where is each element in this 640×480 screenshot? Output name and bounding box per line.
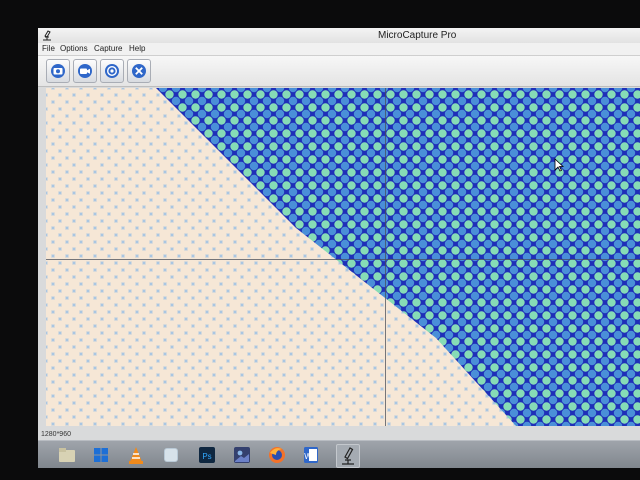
crosshair-horizontal	[46, 259, 640, 260]
snapshot-icon	[51, 64, 65, 78]
status-bar: 1280*960	[38, 430, 640, 440]
preview-button[interactable]	[100, 59, 124, 83]
menu-file[interactable]: File	[42, 44, 55, 53]
finder-icon[interactable]	[160, 444, 182, 466]
word-icon[interactable]: W	[300, 444, 322, 466]
snapshot-button[interactable]	[46, 59, 70, 83]
microcapture-window: MicroCapture Pro File Options Capture He…	[38, 28, 640, 468]
preview-icon	[105, 64, 119, 78]
title-bar: MicroCapture Pro	[38, 28, 640, 43]
vlc-icon[interactable]	[125, 444, 147, 466]
menu-bar: File Options Capture Help	[38, 43, 640, 56]
sample-image	[46, 88, 640, 426]
resolution-label: 1280*960	[41, 431, 71, 438]
menu-options[interactable]: Options	[60, 44, 88, 53]
microscope-icon[interactable]	[336, 444, 360, 468]
image-viewer-icon[interactable]	[231, 444, 253, 466]
menu-capture[interactable]: Capture	[94, 44, 122, 53]
record-video-button[interactable]	[73, 59, 97, 83]
toolbar	[38, 56, 640, 87]
record-video-icon	[78, 64, 92, 78]
crosshair-vertical	[385, 88, 386, 426]
microscope-icon	[41, 30, 53, 41]
close-icon	[132, 64, 146, 78]
file-explorer-icon[interactable]	[56, 444, 78, 466]
menu-help[interactable]: Help	[129, 44, 145, 53]
live-camera-view[interactable]	[46, 88, 640, 426]
svg-text:Ps: Ps	[202, 452, 211, 461]
taskbar: Ps W	[38, 440, 640, 468]
mouse-cursor-icon	[554, 158, 564, 172]
photoshop-icon[interactable]: Ps	[196, 444, 218, 466]
svg-text:W: W	[304, 452, 312, 461]
firefox-icon[interactable]	[266, 444, 288, 466]
windows-icon[interactable]	[90, 444, 112, 466]
close-button[interactable]	[127, 59, 151, 83]
window-title: MicroCapture Pro	[378, 30, 457, 41]
